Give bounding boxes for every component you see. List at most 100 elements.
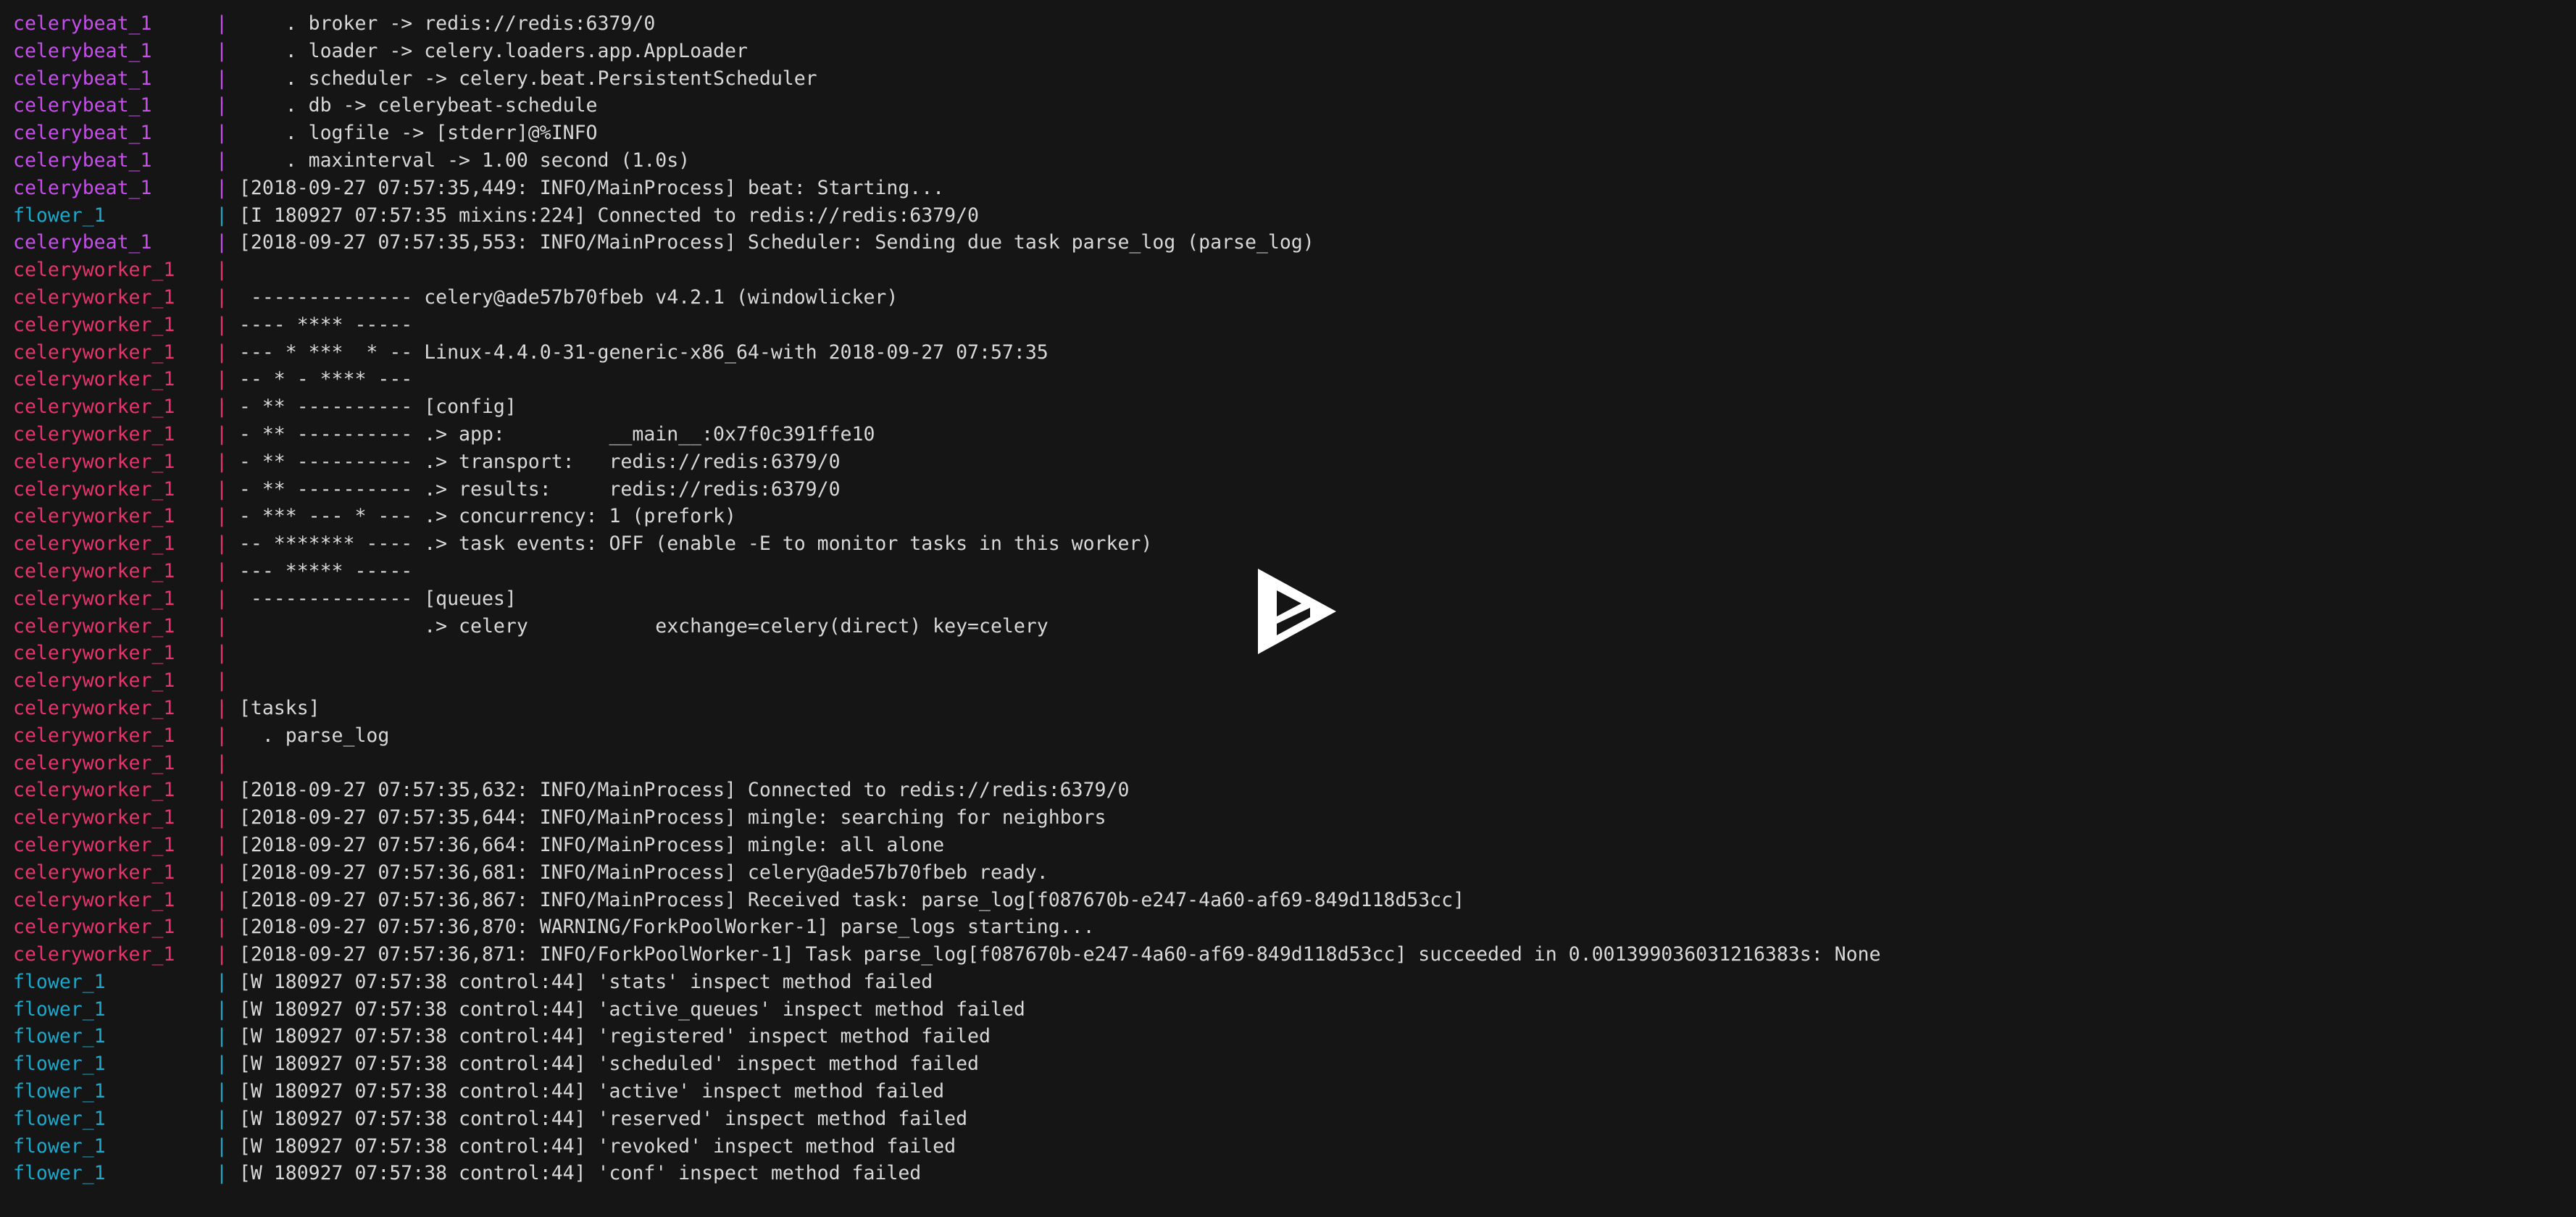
log-line: flower_1 | [W 180927 07:57:38 control:44]…	[13, 1133, 2576, 1160]
log-message: - ** ---------- .> results: redis://redi…	[238, 477, 841, 501]
log-message: [W 180927 07:57:38 control:44] 'register…	[238, 1025, 991, 1048]
log-service-name: celeryworker_1	[13, 751, 175, 774]
log-service-name: celerybeat_1	[13, 149, 152, 172]
log-service-name: celeryworker_1	[13, 724, 175, 747]
log-service-name: celeryworker_1	[13, 422, 175, 446]
log-service-name: celerybeat_1	[13, 12, 152, 35]
log-service-name: celerybeat_1	[13, 122, 152, 145]
log-message: [W 180927 07:57:38 control:44] 'stats' i…	[238, 970, 933, 993]
log-message: [2018-09-27 07:57:35,449: INFO/MainProce…	[238, 176, 945, 199]
log-message: . maxinterval -> 1.00 second (1.0s)	[238, 149, 691, 172]
log-line: celeryworker_1 |	[13, 667, 2576, 695]
log-line: celeryworker_1 | ---- **** -----	[13, 311, 2576, 339]
log-service-name: celeryworker_1	[13, 477, 175, 501]
log-line: celerybeat_1 | . maxinterval -> 1.00 seco…	[13, 147, 2576, 175]
log-service-name: celeryworker_1	[13, 916, 175, 939]
log-message: . logfile -> [stderr]@%INFO	[238, 122, 598, 145]
log-service-name: celeryworker_1	[13, 888, 175, 911]
log-line: flower_1 | [W 180927 07:57:38 control:44]…	[13, 1160, 2576, 1187]
terminal-log-view[interactable]: celerybeat_1 | . broker -> redis://redis:…	[0, 0, 2576, 1217]
log-message: . scheduler -> celery.beat.PersistentSch…	[238, 67, 817, 90]
log-line: celeryworker_1 | [2018-09-27 07:57:35,632…	[13, 777, 2576, 804]
log-separator: |	[216, 806, 239, 829]
log-service-name: celeryworker_1	[13, 943, 175, 966]
log-separator: |	[216, 422, 239, 446]
log-message: -- ******* ---- .> task events: OFF (ena…	[238, 532, 1153, 556]
log-separator: |	[216, 669, 239, 693]
log-separator: |	[216, 587, 239, 610]
log-service-name: celeryworker_1	[13, 587, 175, 610]
log-service-name: celeryworker_1	[13, 505, 175, 528]
log-separator: |	[216, 833, 239, 856]
log-message: - ** ---------- [config]	[238, 396, 517, 419]
log-message: [2018-09-27 07:57:36,871: INFO/ForkPoolW…	[238, 943, 1881, 966]
log-service-name: celerybeat_1	[13, 176, 152, 199]
log-separator: |	[216, 642, 239, 665]
log-message: - *** --- * --- .> concurrency: 1 (prefo…	[238, 505, 736, 528]
log-service-name: celeryworker_1	[13, 259, 175, 282]
log-separator: |	[216, 532, 239, 556]
log-separator: |	[216, 368, 239, 391]
log-service-name: flower_1	[13, 1025, 106, 1048]
play-button[interactable]	[1254, 566, 1341, 656]
log-line: celeryworker_1 | [2018-09-27 07:57:36,870…	[13, 913, 2576, 941]
log-message: ---- **** -----	[238, 313, 413, 336]
log-message: -------------- celery@ade57b70fbeb v4.2.…	[238, 285, 899, 309]
log-line: celeryworker_1 | [2018-09-27 07:57:36,681…	[13, 859, 2576, 887]
log-message: [2018-09-27 07:57:35,632: INFO/MainProce…	[238, 779, 1130, 802]
log-separator: |	[216, 696, 239, 719]
log-service-name: celeryworker_1	[13, 368, 175, 391]
log-line: flower_1 | [W 180927 07:57:38 control:44]…	[13, 1078, 2576, 1105]
log-service-name: celeryworker_1	[13, 450, 175, 473]
log-line: celeryworker_1 | - *** --- * --- .> concu…	[13, 503, 2576, 530]
log-message: [2018-09-27 07:57:36,870: WARNING/ForkPo…	[238, 916, 1095, 939]
log-service-name: flower_1	[13, 970, 106, 993]
log-message: [W 180927 07:57:38 control:44] 'conf' in…	[238, 1162, 922, 1185]
log-separator: |	[216, 888, 239, 911]
log-separator: |	[216, 149, 239, 172]
log-message: -------------- [queues]	[238, 587, 517, 610]
log-service-name: celeryworker_1	[13, 313, 175, 336]
log-line: celeryworker_1 | - ** ---------- .> resul…	[13, 476, 2576, 503]
log-line: flower_1 | [W 180927 07:57:38 control:44]…	[13, 1105, 2576, 1133]
log-service-name: celeryworker_1	[13, 559, 175, 582]
log-message: [2018-09-27 07:57:36,664: INFO/MainProce…	[238, 833, 945, 856]
log-separator: |	[216, 998, 239, 1021]
log-separator: |	[216, 724, 239, 747]
log-separator: |	[216, 204, 239, 227]
log-line: flower_1 | [W 180927 07:57:38 control:44]…	[13, 969, 2576, 996]
log-line: celerybeat_1 | . scheduler -> celery.beat…	[13, 65, 2576, 93]
log-separator: |	[216, 477, 239, 501]
log-line: celeryworker_1 | [2018-09-27 07:57:35,644…	[13, 804, 2576, 832]
log-separator: |	[216, 1053, 239, 1076]
log-message: [2018-09-27 07:57:35,553: INFO/MainProce…	[238, 231, 1314, 254]
log-separator: |	[216, 313, 239, 336]
log-service-name: celeryworker_1	[13, 669, 175, 693]
log-line: celeryworker_1 | -- ******* ---- .> task …	[13, 530, 2576, 558]
log-service-name: celeryworker_1	[13, 532, 175, 556]
log-message: .> celery exchange=celery(direct) key=ce…	[238, 614, 1049, 637]
log-line: flower_1 | [W 180927 07:57:38 control:44]…	[13, 996, 2576, 1024]
log-line: celerybeat_1 | [2018-09-27 07:57:35,553: …	[13, 229, 2576, 256]
log-line: celerybeat_1 | . logfile -> [stderr]@%INF…	[13, 120, 2576, 147]
log-message: . db -> celerybeat-schedule	[238, 94, 598, 117]
log-service-name: celerybeat_1	[13, 94, 152, 117]
log-line: celeryworker_1 | [2018-09-27 07:57:36,664…	[13, 832, 2576, 859]
log-separator: |	[216, 1134, 239, 1158]
log-separator: |	[216, 259, 239, 282]
log-line: celeryworker_1 | - ** ---------- .> app: …	[13, 421, 2576, 448]
log-message: . parse_log	[238, 724, 390, 747]
log-service-name: celeryworker_1	[13, 642, 175, 665]
log-message: [W 180927 07:57:38 control:44] 'active' …	[238, 1080, 945, 1103]
log-separator: |	[216, 396, 239, 419]
log-message: [2018-09-27 07:57:36,867: INFO/MainProce…	[238, 888, 1465, 911]
log-separator: |	[216, 559, 239, 582]
log-separator: |	[216, 505, 239, 528]
log-service-name: celerybeat_1	[13, 67, 152, 90]
log-service-name: flower_1	[13, 1107, 106, 1130]
log-line: flower_1 | [W 180927 07:57:38 control:44]…	[13, 1023, 2576, 1050]
log-service-name: celeryworker_1	[13, 806, 175, 829]
log-message: . broker -> redis://redis:6379/0	[238, 12, 656, 35]
log-line: celeryworker_1 | - ** ---------- [config]	[13, 393, 2576, 421]
log-separator: |	[216, 1080, 239, 1103]
